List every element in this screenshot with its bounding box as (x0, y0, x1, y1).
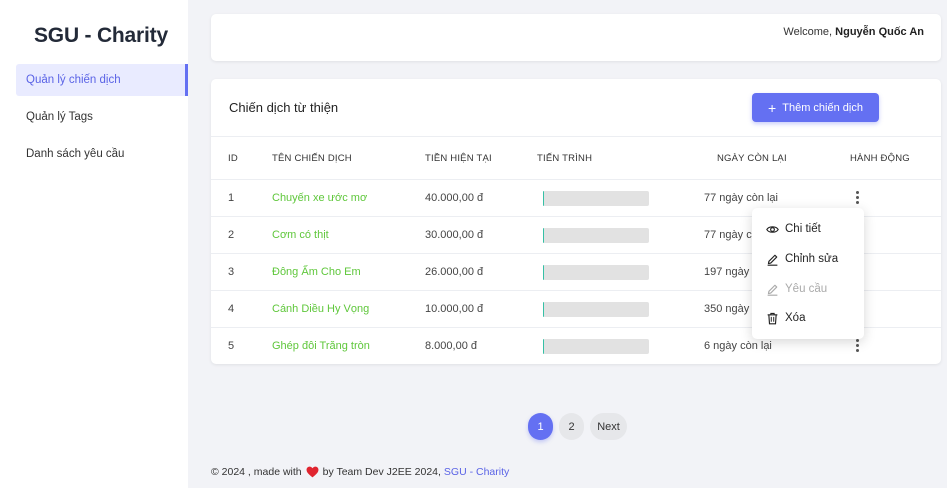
menu-item-delete[interactable]: Xóa (766, 308, 805, 328)
pencil-icon (767, 284, 778, 296)
cell-amount: 30.000,00 đ (425, 229, 484, 241)
col-current: TIỀN HIỆN TẠI (425, 153, 492, 164)
sidebar-item-campaigns[interactable]: Quản lý chiến dịch (16, 64, 188, 96)
next-page-button[interactable]: Next (590, 413, 627, 440)
col-days: NGÀY CÒN LẠI (717, 153, 787, 164)
add-campaign-button[interactable]: + Thêm chiến dịch (752, 93, 879, 122)
cell-id: 5 (228, 340, 235, 352)
card-title: Chiến dịch từ thiện (229, 100, 339, 115)
sidebar-item-requests[interactable]: Danh sách yêu cầu (16, 138, 188, 170)
cell-name[interactable]: Ghép đôi Trăng tròn (272, 340, 370, 352)
action-menu: Chi tiết Chỉnh sửa Yêu cầu Xóa (752, 208, 864, 339)
menu-label-edit: Chỉnh sửa (785, 253, 839, 265)
progress-bar (543, 228, 649, 243)
plus-icon: + (768, 99, 777, 116)
cell-name[interactable]: Cơm có thịt (272, 229, 329, 241)
col-id: ID (228, 153, 238, 164)
col-actions: HÀNH ĐỘNG (850, 153, 910, 164)
cell-days: 6 ngày còn lại (704, 340, 772, 352)
cell-name[interactable]: Cánh Diều Hy Vọng (272, 303, 369, 315)
sidebar: SGU - Charity Quản lý chiến dịch Quản lý… (0, 0, 188, 488)
kebab-icon[interactable] (851, 190, 863, 206)
page-1-button[interactable]: 1 (528, 413, 553, 440)
cell-amount: 40.000,00 đ (425, 192, 484, 204)
user-name[interactable]: Nguyễn Quốc An (835, 26, 924, 38)
welcome-text: Welcome, Nguyễn Quốc An (783, 26, 924, 38)
col-name: TÊN CHIẾN DỊCH (272, 153, 352, 164)
progress-bar (543, 191, 649, 206)
progress-fill (543, 191, 545, 206)
menu-item-requests: Yêu cầu (766, 279, 827, 299)
menu-item-edit[interactable]: Chỉnh sửa (766, 249, 838, 269)
cell-days: 77 ngày còn lại (704, 192, 778, 204)
sidebar-item-tags[interactable]: Quản lý Tags (16, 101, 188, 133)
menu-label-requests: Yêu cầu (785, 283, 828, 295)
menu-label-detail: Chi tiết (785, 223, 821, 235)
add-campaign-label: Thêm chiến dịch (782, 101, 863, 114)
welcome-prefix: Welcome, (783, 26, 833, 38)
cell-amount: 26.000,00 đ (425, 266, 484, 278)
menu-item-detail[interactable]: Chi tiết (766, 219, 821, 239)
table-header: ID TÊN CHIẾN DỊCH TIỀN HIỆN TẠI TIẾN TRÌ… (211, 136, 941, 180)
cell-name[interactable]: Chuyến xe ước mơ (272, 192, 367, 204)
progress-bar (543, 302, 649, 317)
cell-amount: 8.000,00 đ (425, 340, 477, 352)
trash-icon (767, 312, 778, 324)
menu-label-delete: Xóa (785, 312, 806, 324)
progress-fill (543, 265, 545, 280)
progress-bar (543, 339, 649, 354)
pencil-icon (767, 254, 778, 266)
brand-logo[interactable]: SGU - Charity (34, 24, 168, 48)
cell-id: 2 (228, 229, 235, 241)
progress-fill (543, 228, 545, 243)
cell-id: 4 (228, 303, 235, 315)
cell-id: 1 (228, 192, 235, 204)
cell-amount: 10.000,00 đ (425, 303, 484, 315)
progress-fill (543, 302, 545, 317)
topbar: Welcome, Nguyễn Quốc An (211, 14, 941, 61)
kebab-icon[interactable] (851, 338, 863, 354)
cell-id: 3 (228, 266, 235, 278)
col-progress: TIẾN TRÌNH (537, 153, 593, 164)
footer-text: © 2024 , made with (211, 466, 302, 478)
cell-name[interactable]: Đông Ấm Cho Em (272, 266, 361, 278)
eye-icon (766, 225, 779, 233)
sidebar-nav: Quản lý chiến dịch Quản lý Tags Danh sác… (16, 64, 188, 175)
page-2-button[interactable]: 2 (559, 413, 584, 440)
footer-link[interactable]: SGU - Charity (444, 466, 509, 478)
progress-bar (543, 265, 649, 280)
progress-fill (543, 339, 545, 354)
footer-credit: by Team Dev J2EE 2024, (322, 466, 441, 478)
footer: © 2024 , made with by Team Dev J2EE 2024… (211, 466, 509, 478)
heart-icon (306, 466, 319, 478)
